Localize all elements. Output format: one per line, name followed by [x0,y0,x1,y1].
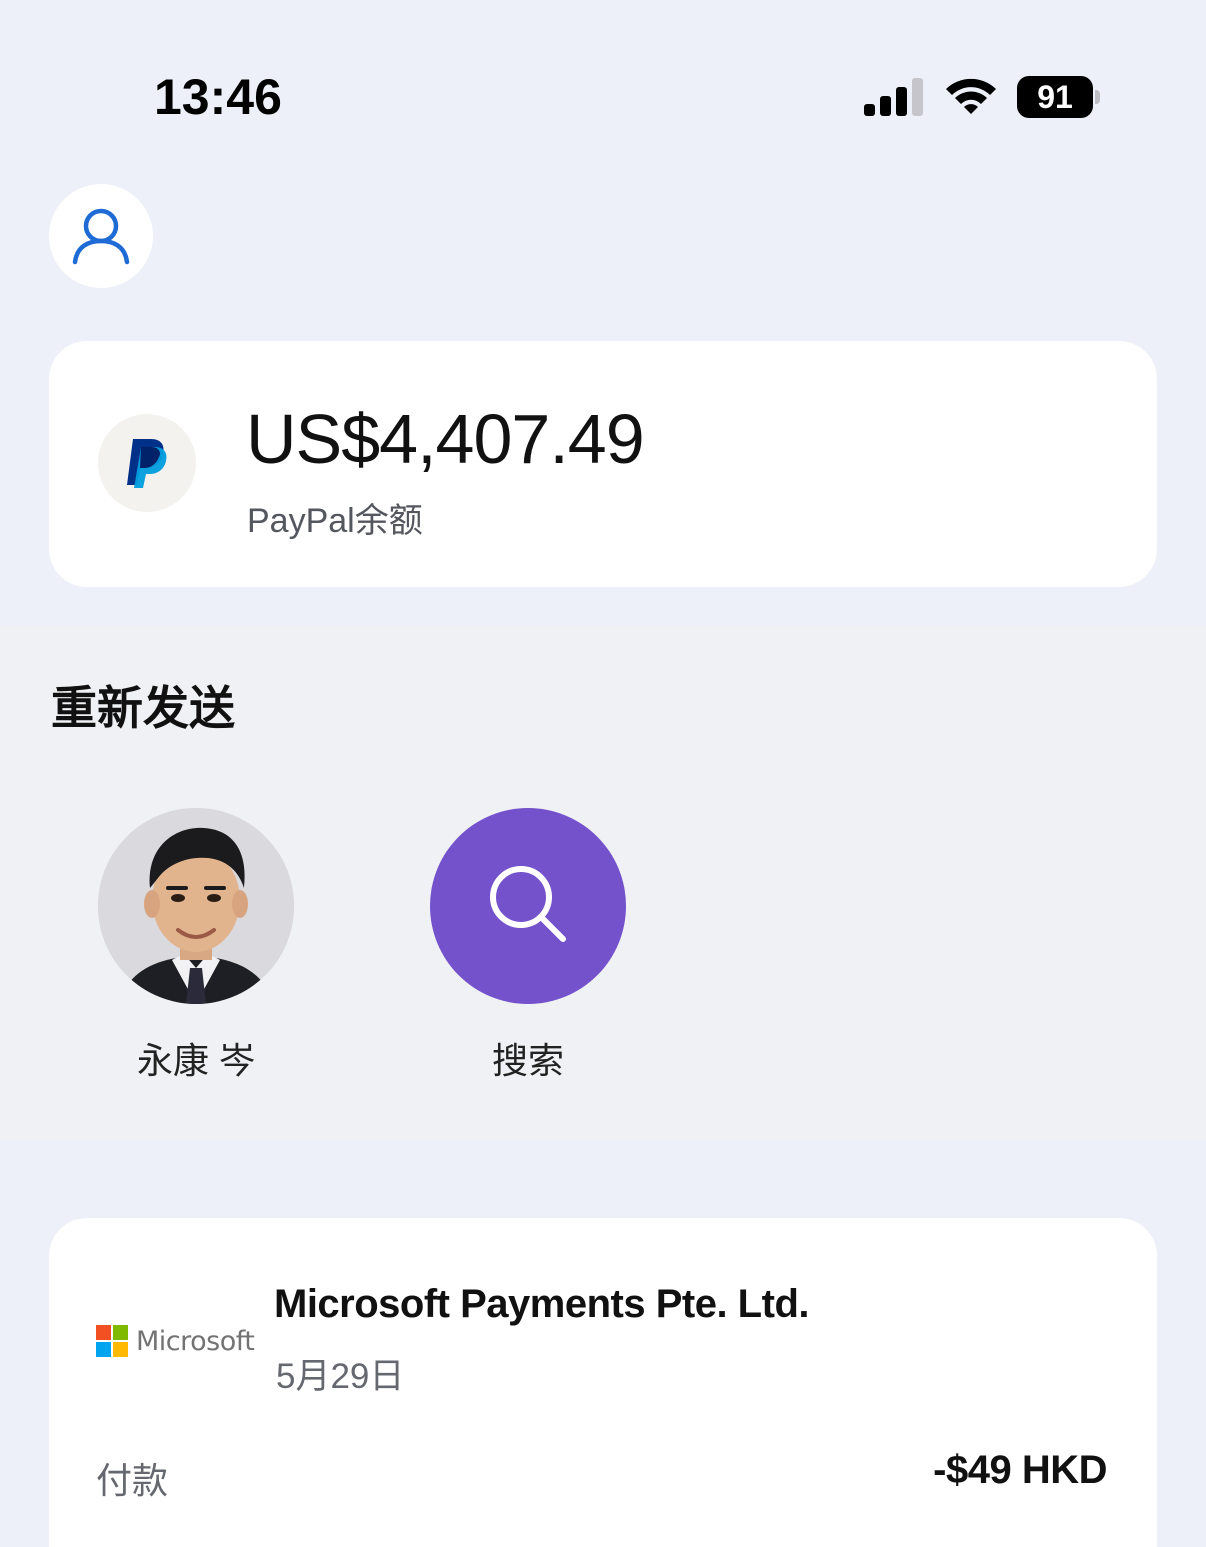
paypal-logo [98,414,196,512]
person-photo [98,808,294,1004]
transaction-amount: -$49 HKD [933,1448,1107,1492]
microsoft-logo: Microsoft [96,1324,255,1358]
resend-title: 重新发送 [51,682,235,734]
contact-item[interactable]: 永康 岑 [98,808,294,1084]
merchant-name: Microsoft Payments Pte. Ltd. [274,1282,809,1326]
transaction-date: 5月29日 [276,1357,405,1396]
battery-level: 91 [1017,76,1093,118]
paypal-home-screen: 13:46 91 US$4,407.49 PayPal余额 重新发送 永康 岑 … [0,0,1206,1547]
microsoft-logo-text: Microsoft [136,1325,255,1357]
search-contact-button[interactable]: 搜索 [430,808,626,1084]
profile-button[interactable] [49,184,153,288]
contact-avatar [98,808,294,1004]
battery-tip [1095,90,1100,104]
battery-icon: 91 [1017,76,1100,118]
wifi-icon [946,78,996,114]
transaction-card[interactable]: Microsoft Microsoft Payments Pte. Ltd. 5… [49,1218,1157,1547]
paypal-balance-card[interactable]: US$4,407.49 PayPal余额 [49,341,1157,587]
balance-amount: US$4,407.49 [246,400,645,478]
resend-section: 重新发送 永康 岑 搜索 [0,626,1206,1140]
user-icon [72,208,130,265]
status-bar: 13:46 91 [0,0,1206,170]
search-circle [430,808,626,1004]
contact-name: 永康 岑 [136,1040,255,1081]
status-time: 13:46 [154,69,282,125]
balance-label: PayPal余额 [247,502,423,540]
search-label: 搜索 [491,1040,564,1081]
microsoft-icon [96,1325,128,1357]
cellular-signal-icon [864,78,923,116]
paypal-logo-icon [127,439,167,488]
transaction-type: 付款 [96,1460,169,1501]
search-icon [490,866,566,942]
